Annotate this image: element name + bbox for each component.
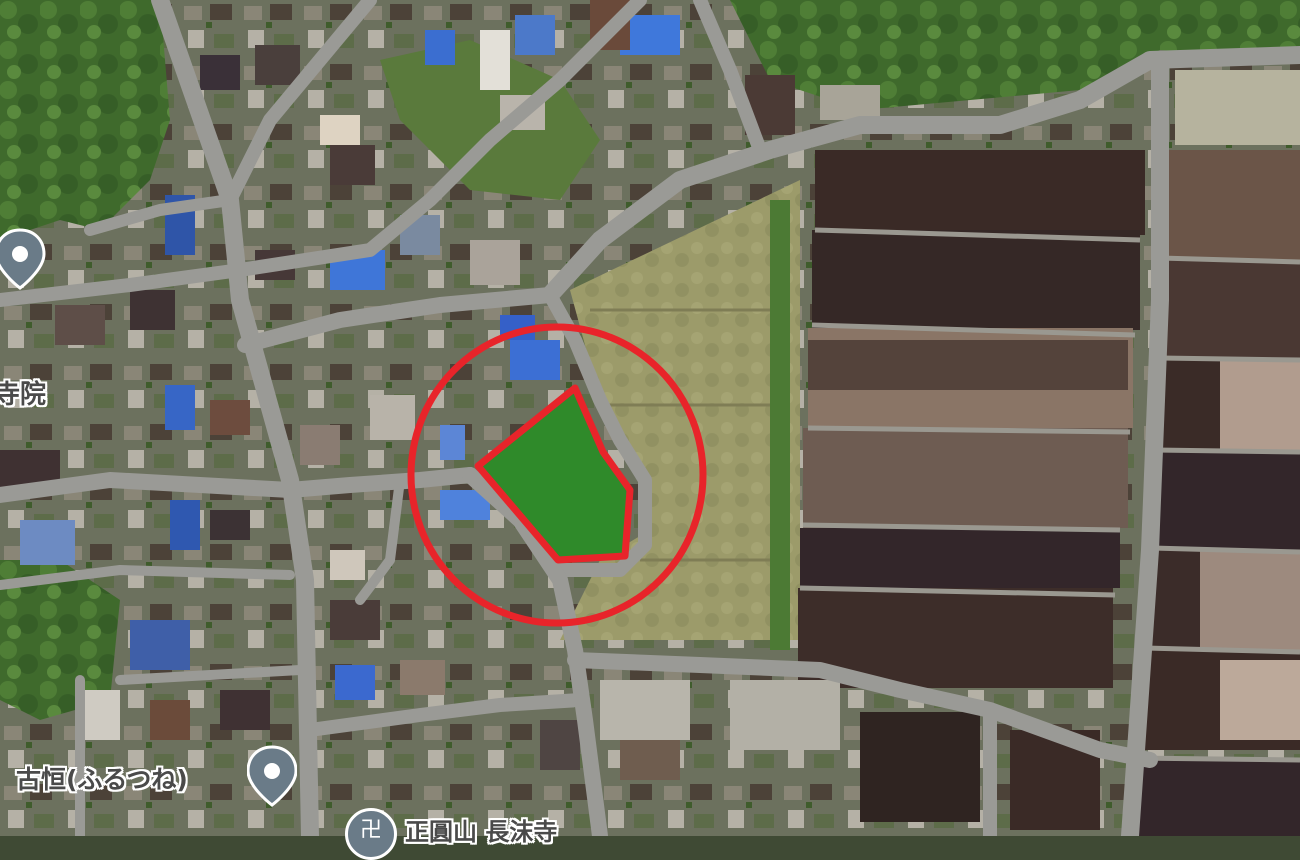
place-label-bottom[interactable]: 正圓山 長沫寺 <box>405 812 557 847</box>
place-label-furutsune[interactable]: 古恒(ふるつね) <box>16 760 188 796</box>
map-canvas[interactable] <box>0 0 1300 845</box>
hedge <box>770 200 790 650</box>
place-label-temple[interactable]: 寺院 <box>0 374 46 411</box>
map-pin-icon[interactable] <box>247 745 297 807</box>
satellite-map[interactable]: 寺院 古恒(ふるつね) 卍 正圓山 長沫寺 <box>0 0 1300 860</box>
temple-marker-icon[interactable]: 卍 <box>345 808 397 860</box>
map-pin-icon[interactable] <box>0 228 50 290</box>
